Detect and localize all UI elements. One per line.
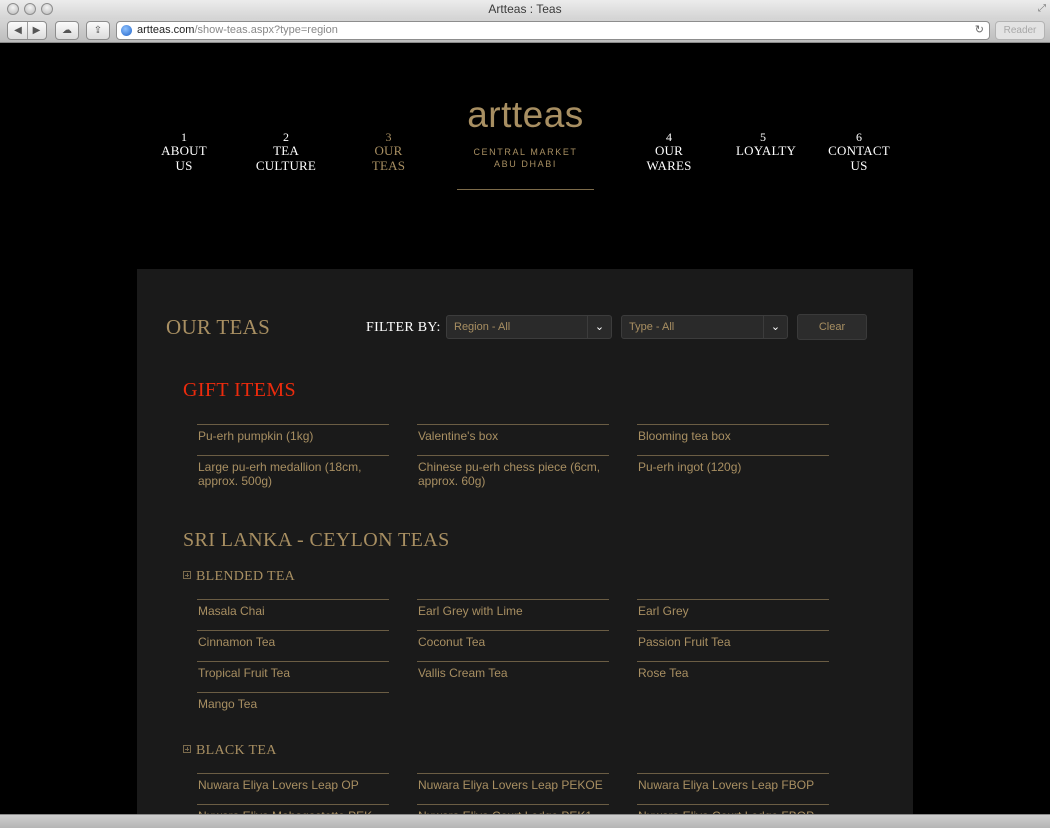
url-host: artteas.com [137, 24, 195, 36]
icloud-tabs-button[interactable]: ☁ [55, 21, 79, 40]
chevron-down-icon[interactable]: ⌄ [587, 316, 611, 338]
web-page: 1 ABOUT US 2 TEA CULTURE 3 OUR TEAS artt… [0, 44, 1050, 828]
share-icon: ⇪ [93, 25, 103, 36]
logo-underline [457, 189, 594, 190]
nav-loyalty[interactable]: 5 LOYALTY [736, 130, 797, 158]
back-icon[interactable]: ◀ [9, 22, 27, 39]
subsection-black-tea[interactable]: BLACK TEA [183, 743, 277, 759]
section-title-sri-lanka: SRI LANKA - CEYLON TEAS [183, 529, 450, 551]
subsection-blended-tea[interactable]: BLENDED TEA [183, 569, 295, 585]
tea-item[interactable]: Coconut Tea [417, 630, 609, 661]
forward-icon[interactable]: ▶ [27, 22, 45, 39]
share-button[interactable]: ⇪ [86, 21, 110, 40]
back-forward-buttons[interactable]: ◀ ▶ [7, 21, 47, 40]
nav-label: ABOUT US [161, 143, 207, 173]
nav-our-wares[interactable]: 4 OUR WARES [633, 131, 705, 173]
reader-button[interactable]: Reader [995, 21, 1045, 40]
tea-item[interactable]: Mango Tea [197, 692, 389, 723]
window-bottom-bar [0, 814, 1050, 828]
gift-items-grid: Pu-erh pumpkin (1kg) Valentine's box Blo… [197, 424, 829, 488]
tea-item[interactable]: Masala Chai [197, 599, 389, 630]
chevron-down-icon[interactable]: ⌄ [763, 316, 787, 338]
tea-item[interactable]: Earl Grey [637, 599, 829, 630]
tea-item[interactable]: Cinnamon Tea [197, 630, 389, 661]
tea-item[interactable]: Large pu-erh medallion (18cm, approx. 50… [197, 455, 389, 488]
tea-item[interactable]: Nuwara Eliya Lovers Leap FBOP [637, 773, 829, 804]
minimize-window-icon[interactable] [24, 3, 36, 15]
expand-icon[interactable] [183, 571, 191, 579]
region-select-value: Region - All [454, 321, 511, 333]
nav-number: 4 [666, 130, 672, 144]
tea-item[interactable]: Earl Grey with Lime [417, 599, 609, 630]
window-titlebar: Artteas : Teas ⤢ [0, 0, 1050, 19]
nav-about-us[interactable]: 1 ABOUT US [153, 131, 215, 173]
teas-panel: OUR TEAS FILTER BY: Region - All ⌄ Type … [137, 269, 913, 828]
address-bar[interactable]: artteas.com/show-teas.aspx?type=region ↻ [116, 21, 990, 40]
type-select[interactable]: Type - All ⌄ [621, 315, 788, 339]
tea-item[interactable]: Passion Fruit Tea [637, 630, 829, 661]
artteas-logo[interactable]: artteas CENTRAL MARKET ABU DHABI [457, 94, 594, 190]
expand-icon[interactable] [183, 745, 191, 753]
logo-line-1: CENTRAL MARKET [473, 147, 578, 157]
blended-tea-grid: Masala Chai Earl Grey with Lime Earl Gre… [197, 599, 829, 723]
section-title-gift-items: GIFT ITEMS [183, 379, 297, 401]
region-select[interactable]: Region - All ⌄ [446, 315, 612, 339]
logo-word: artteas [467, 94, 584, 135]
tea-item[interactable]: Vallis Cream Tea [417, 661, 609, 692]
tea-item[interactable]: Nuwara Eliya Lovers Leap OP [197, 773, 389, 804]
filter-label: FILTER BY: [366, 320, 441, 335]
tea-item[interactable]: Nuwara Eliya Lovers Leap PEKOE [417, 773, 609, 804]
clear-filter-button[interactable]: Clear [797, 314, 867, 340]
nav-label: LOYALTY [736, 143, 797, 158]
tea-item[interactable]: Blooming tea box [637, 424, 829, 455]
nav-our-teas[interactable]: 3 OUR TEAS [358, 131, 419, 173]
logo-line-2: ABU DHABI [494, 159, 557, 169]
nav-contact-us[interactable]: 6 CONTACT US [820, 131, 898, 173]
tea-item[interactable]: Rose Tea [637, 661, 829, 692]
nav-label: CONTACT US [828, 143, 890, 173]
nav-number: 1 [181, 130, 187, 144]
globe-icon [121, 25, 132, 36]
zoom-window-icon[interactable] [41, 3, 53, 15]
page-title: OUR TEAS [166, 315, 271, 339]
nav-tea-culture[interactable]: 2 TEA CULTURE [245, 131, 327, 173]
window-title: Artteas : Teas [488, 2, 562, 16]
nav-label: OUR TEAS [371, 143, 406, 173]
close-window-icon[interactable] [7, 3, 19, 15]
tea-item[interactable]: Pu-erh pumpkin (1kg) [197, 424, 389, 455]
reload-icon[interactable]: ↻ [975, 22, 984, 39]
cloud-icon: ☁ [62, 25, 72, 36]
subsection-label: BLACK TEA [196, 743, 277, 758]
tea-item[interactable]: Chinese pu-erh chess piece (6cm, approx.… [417, 455, 609, 488]
nav-number: 6 [856, 130, 862, 144]
nav-label: OUR WARES [646, 143, 692, 173]
nav-number: 5 [760, 130, 766, 144]
fullscreen-icon[interactable]: ⤢ [1038, 3, 1046, 15]
nav-number: 2 [283, 130, 289, 144]
tea-item[interactable]: Valentine's box [417, 424, 609, 455]
nav-number: 3 [385, 130, 392, 144]
type-select-value: Type - All [629, 321, 675, 333]
tea-item[interactable]: Pu-erh ingot (120g) [637, 455, 829, 488]
url-path: /show-teas.aspx?type=region [194, 24, 338, 36]
tea-item[interactable]: Tropical Fruit Tea [197, 661, 389, 692]
browser-toolbar: ◀ ▶ ☁ ⇪ artteas.com/show-teas.aspx?type=… [0, 19, 1050, 43]
nav-label: TEA CULTURE [255, 143, 317, 173]
subsection-label: BLENDED TEA [196, 569, 296, 584]
